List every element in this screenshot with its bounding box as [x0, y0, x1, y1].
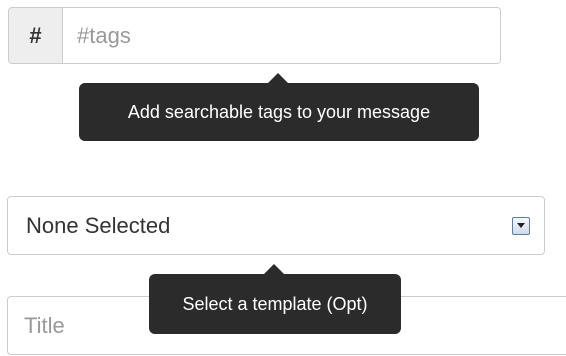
template-select-value: None Selected	[26, 212, 171, 238]
hash-icon: #	[29, 22, 42, 48]
hash-addon: #	[9, 8, 63, 63]
chevron-down-icon	[517, 222, 525, 228]
tooltip-arrow	[268, 73, 288, 83]
tooltip-arrow	[264, 264, 284, 274]
tags-input[interactable]	[63, 8, 500, 63]
compose-form: # Add searchable tags to your message No…	[0, 0, 566, 356]
template-tooltip-text: Select a template (Opt)	[182, 293, 368, 314]
tags-input-group: #	[8, 7, 501, 64]
tags-tooltip: Add searchable tags to your message	[79, 73, 479, 141]
tags-tooltip-text: Add searchable tags to your message	[127, 101, 431, 122]
dropdown-button[interactable]	[512, 216, 530, 235]
template-select[interactable]: None Selected	[7, 196, 545, 255]
template-tooltip: Select a template (Opt)	[149, 264, 401, 334]
